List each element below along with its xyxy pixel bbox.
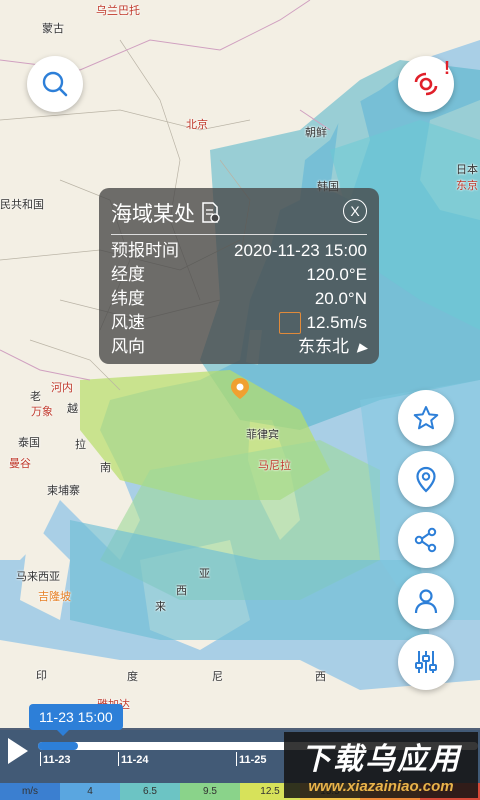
wind-direction-icon: [353, 341, 369, 353]
timeline-progress: [38, 742, 78, 750]
row-label: 风向: [111, 337, 145, 356]
map-label-beijing: 北京: [186, 119, 208, 131]
location-marker-icon[interactable]: [230, 378, 250, 400]
map-label-korea: 朝鲜: [305, 127, 327, 139]
location-button[interactable]: [398, 451, 454, 507]
legend-cell: 4: [60, 783, 120, 800]
row-label: 风速: [111, 313, 145, 332]
location-info-popup: 海域某处 X 预报时间 2020-11-23 15:00 经度 120.0°E …: [99, 188, 379, 364]
legend-cell: m/s: [0, 783, 60, 800]
tick-mark: [40, 752, 41, 766]
share-button[interactable]: [398, 512, 454, 568]
row-value: 12.5m/s: [306, 313, 367, 332]
map-label-kazakh: 民共和国: [0, 199, 44, 211]
tick-label: 11-23: [43, 754, 71, 766]
popup-divider: [111, 234, 367, 235]
tick-label: 11-24: [121, 754, 149, 766]
map-label-nan: 南: [100, 462, 111, 474]
map-label-vientiane: 万象: [31, 406, 53, 418]
alert-icon: !: [444, 58, 450, 78]
typhoon-button[interactable]: !: [398, 56, 454, 112]
location-pin-icon: [416, 466, 436, 493]
watermark-sub: www.xiazainiao.com: [308, 778, 454, 795]
wind-marker-icon: [278, 312, 301, 334]
popup-row-forecast-time: 预报时间 2020-11-23 15:00: [111, 239, 367, 263]
map-label-xi2: 西: [315, 671, 326, 683]
map-label-xi: 西: [176, 585, 187, 597]
tick-mark: [236, 752, 237, 766]
share-icon: [414, 527, 437, 553]
popup-row-wind-direction: 风向 东东北: [111, 335, 369, 359]
map-label-la: 拉: [75, 439, 86, 451]
current-time-tag: 11-23 15:00: [29, 704, 123, 736]
map-label-mongolia: 蒙古: [42, 23, 64, 35]
map-label-malaysia: 马来西亚: [16, 571, 60, 583]
user-icon: [414, 589, 438, 614]
row-label: 纬度: [111, 289, 145, 308]
watermark: 下载乌应用 www.xiazainiao.com: [284, 732, 478, 798]
map-label-ni: 尼: [212, 671, 223, 683]
sliders-icon: [415, 651, 437, 673]
star-icon: [413, 406, 439, 430]
map-label-vietnam: 越: [67, 403, 78, 415]
search-icon: [42, 71, 68, 97]
favorite-button[interactable]: [398, 390, 454, 446]
settings-button[interactable]: [398, 634, 454, 690]
row-value: 东东北: [298, 337, 349, 356]
tick-label: 11-25: [239, 754, 267, 766]
popup-title: 海域某处: [111, 203, 195, 226]
map-label-hanoi: 河内: [51, 382, 73, 394]
popup-row-longitude: 经度 120.0°E: [111, 263, 367, 287]
side-toolbar: [398, 390, 454, 694]
close-popup-button[interactable]: X: [343, 199, 367, 223]
search-button[interactable]: [27, 56, 83, 112]
document-icon[interactable]: [201, 202, 221, 224]
popup-row-latitude: 纬度 20.0°N: [111, 287, 367, 311]
map-label-tokyo: 东京: [456, 180, 478, 192]
map-label-brunei: 吉隆坡: [38, 591, 71, 603]
row-label: 经度: [111, 265, 145, 284]
play-icon[interactable]: [6, 736, 30, 766]
tick-mark: [118, 752, 119, 766]
map-label-lai: 来: [155, 601, 166, 613]
row-value: 2020-11-23 15:00: [234, 241, 367, 260]
popup-header: 海域某处: [111, 198, 367, 228]
row-value-wrap: 东东北: [298, 335, 369, 359]
close-icon: X: [350, 203, 360, 219]
row-value: 120.0°E: [306, 265, 367, 284]
map-label-cambodia: 柬埔寨: [47, 485, 80, 497]
typhoon-icon: [414, 72, 438, 96]
map-label-du: 度: [127, 671, 138, 683]
watermark-main: 下载乌应用: [301, 743, 461, 776]
popup-row-wind-speed: 风速 12.5m/s: [111, 311, 367, 335]
map-label-philippines: 菲律宾: [246, 429, 279, 441]
map-label-manila: 马尼拉: [258, 460, 291, 472]
map-label-thailand: 泰国: [18, 437, 40, 449]
map-label-laos: 老: [30, 391, 41, 403]
map-label-bangkok: 曼谷: [9, 458, 31, 470]
row-value-wrap: 12.5m/s: [278, 311, 367, 335]
row-label: 预报时间: [111, 241, 179, 260]
legend-cell: 9.5: [180, 783, 240, 800]
row-value: 20.0°N: [314, 289, 367, 308]
map-label-yin: 印: [36, 670, 47, 682]
legend-cell: 6.5: [120, 783, 180, 800]
map-label-ulaanbaatar: 乌兰巴托: [96, 5, 140, 17]
user-button[interactable]: [398, 573, 454, 629]
map-label-japan: 日本: [456, 164, 478, 176]
map-label-ya: 亚: [199, 568, 210, 580]
